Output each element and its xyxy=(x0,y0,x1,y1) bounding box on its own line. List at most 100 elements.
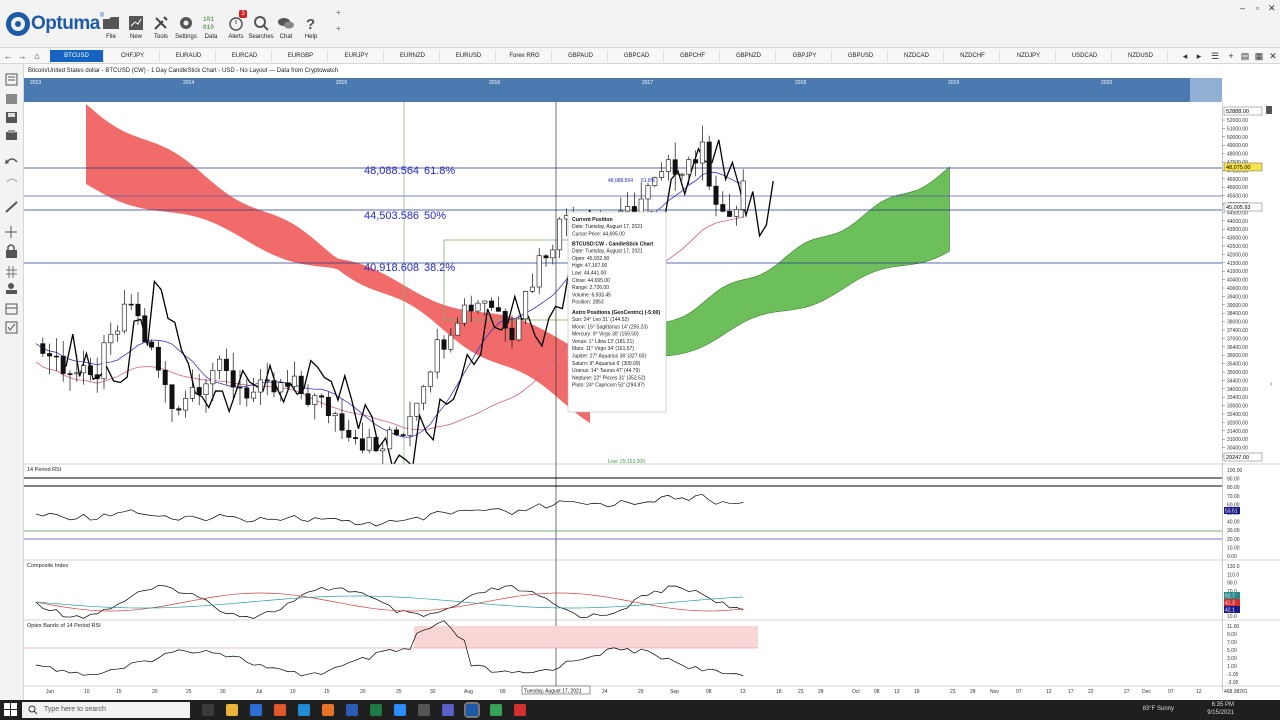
candle-body[interactable] xyxy=(557,218,563,251)
tab-gbpnzd[interactable]: GBPNZD xyxy=(722,50,776,62)
tab-gbpjpy[interactable]: GBPJPY xyxy=(778,50,832,62)
candle-body[interactable] xyxy=(407,415,413,436)
candle-body[interactable] xyxy=(121,303,127,332)
crosshair-icon[interactable] xyxy=(5,226,17,238)
tab-chfjpy[interactable]: CHFJPY xyxy=(106,50,160,62)
candle-body[interactable] xyxy=(740,180,746,210)
candle-body[interactable] xyxy=(169,384,175,409)
candle-body[interactable] xyxy=(536,255,542,288)
candle-body[interactable] xyxy=(516,318,522,341)
close-icon[interactable]: ✕ xyxy=(1268,3,1276,14)
candle-body[interactable] xyxy=(203,383,209,395)
candle-body[interactable] xyxy=(183,398,189,411)
tab-gbpcad[interactable]: GBPCAD xyxy=(610,50,664,62)
tab-eurcad[interactable]: EURCAD xyxy=(218,50,272,62)
tab-eurusd[interactable]: EURUSD xyxy=(442,50,496,62)
candle-body[interactable] xyxy=(74,372,80,375)
pdf-icon[interactable] xyxy=(514,704,526,716)
candle-body[interactable] xyxy=(346,430,352,438)
candle-body[interactable] xyxy=(359,438,365,451)
candle-body[interactable] xyxy=(339,413,345,431)
date-axis[interactable]: Jun 10 15 20 25 30 Jul 10 15 20 25 30 Aug 09 Tuesday, … xyxy=(24,685,1280,695)
taskbar-search-input[interactable]: Type here to search xyxy=(22,702,190,718)
candle-body[interactable] xyxy=(53,355,59,358)
firefox-icon[interactable] xyxy=(322,704,334,716)
optuma-icon[interactable] xyxy=(464,702,480,718)
candle-body[interactable] xyxy=(257,379,263,393)
candle-body[interactable] xyxy=(366,437,372,451)
candle-body[interactable] xyxy=(353,437,359,439)
tabs-scroll-right-icon[interactable]: ▸ xyxy=(1192,49,1206,63)
tab-euraud[interactable]: EURAUD xyxy=(162,50,216,62)
checklist-icon[interactable] xyxy=(5,321,18,334)
candle-body[interactable] xyxy=(223,358,229,371)
candle-body[interactable] xyxy=(135,303,141,317)
candle-body[interactable] xyxy=(489,300,495,308)
candle-body[interactable] xyxy=(414,402,420,417)
tab-nzdcad[interactable]: NZDCAD xyxy=(890,50,944,62)
tab-nzdjpy[interactable]: NZDJPY xyxy=(1002,50,1056,62)
candle-body[interactable] xyxy=(115,330,121,335)
candle-body[interactable] xyxy=(699,141,705,164)
candle-body[interactable] xyxy=(706,141,712,187)
overview-selection[interactable] xyxy=(1190,78,1222,102)
settings-button[interactable]: Settings xyxy=(173,14,199,46)
redo-icon[interactable] xyxy=(6,178,18,183)
notes-icon[interactable] xyxy=(490,704,502,716)
tab-nzdusd[interactable]: NZDUSD xyxy=(1114,50,1168,62)
candle-body[interactable] xyxy=(448,334,454,350)
tab-forex-rrg[interactable]: Forex RRG xyxy=(498,50,552,62)
tab-nzdchf[interactable]: NZDCHF xyxy=(946,50,1000,62)
candle-body[interactable] xyxy=(271,380,277,393)
candle-body[interactable] xyxy=(509,327,515,341)
tab-eurjpy[interactable]: EURJPY xyxy=(330,50,384,62)
candle-body[interactable] xyxy=(475,302,481,312)
candle-body[interactable] xyxy=(101,342,107,380)
tab-btcusd[interactable]: BTCUSD xyxy=(50,50,104,62)
windows-start-icon[interactable] xyxy=(4,703,18,717)
candle-body[interactable] xyxy=(625,206,631,212)
candle-body[interactable] xyxy=(176,408,182,411)
ribbon-add-icon[interactable]: + xyxy=(336,24,341,33)
candle-body[interactable] xyxy=(67,373,73,375)
calculator-icon[interactable] xyxy=(418,704,430,716)
candle-body[interactable] xyxy=(196,387,202,395)
tools-button[interactable]: Tools xyxy=(148,14,174,46)
candle-body[interactable] xyxy=(543,255,549,259)
candle-body[interactable] xyxy=(380,448,386,452)
scale-lock-icon[interactable] xyxy=(1266,106,1272,114)
optex-bands-panel[interactable]: Optex Bands of 14 Period RSI 11.00 9.00 7.0… xyxy=(24,619,1280,686)
candle-body[interactable] xyxy=(94,374,100,380)
candle-body[interactable] xyxy=(305,393,311,405)
candle-body[interactable] xyxy=(373,437,379,452)
candle-body[interactable] xyxy=(312,395,318,405)
candle-body[interactable] xyxy=(387,429,393,450)
candle-body[interactable] xyxy=(421,386,427,404)
candle-body[interactable] xyxy=(47,353,53,357)
candle-body[interactable] xyxy=(679,173,685,176)
word-icon[interactable] xyxy=(346,704,358,716)
tabs-menu-icon[interactable]: ☰ xyxy=(1208,49,1222,63)
file-explorer-icon[interactable] xyxy=(226,704,238,716)
candle-body[interactable] xyxy=(693,159,699,164)
candle-body[interactable] xyxy=(142,315,148,343)
home-icon[interactable]: ⌂ xyxy=(30,49,44,63)
candle-body[interactable] xyxy=(128,303,134,306)
ribbon-expand-icon[interactable]: + xyxy=(336,8,341,17)
composite-index-panel[interactable]: Composite Index130.0110.090.070.050.030.… xyxy=(24,559,1280,620)
candle-body[interactable] xyxy=(60,355,66,374)
candle-body[interactable] xyxy=(162,369,168,385)
candle-body[interactable] xyxy=(319,395,325,398)
candle-body[interactable] xyxy=(400,434,406,436)
tab-usdcad[interactable]: USDCAD xyxy=(1058,50,1112,62)
candle-body[interactable] xyxy=(461,304,467,324)
chart-canvas[interactable]: 2013 2014 2015 2016 2017 2018 2019 2020 202148,0… xyxy=(24,64,1280,700)
candle-body[interactable] xyxy=(285,382,291,387)
mail-icon[interactable] xyxy=(250,704,262,716)
candle-body[interactable] xyxy=(529,286,535,292)
draw-tool-icon[interactable] xyxy=(5,201,18,213)
candle-body[interactable] xyxy=(298,375,304,394)
tabs-list-icon[interactable]: ▤ xyxy=(1238,49,1252,63)
teams-icon[interactable] xyxy=(442,704,454,716)
back-arrow-icon[interactable]: ← xyxy=(1,49,15,63)
